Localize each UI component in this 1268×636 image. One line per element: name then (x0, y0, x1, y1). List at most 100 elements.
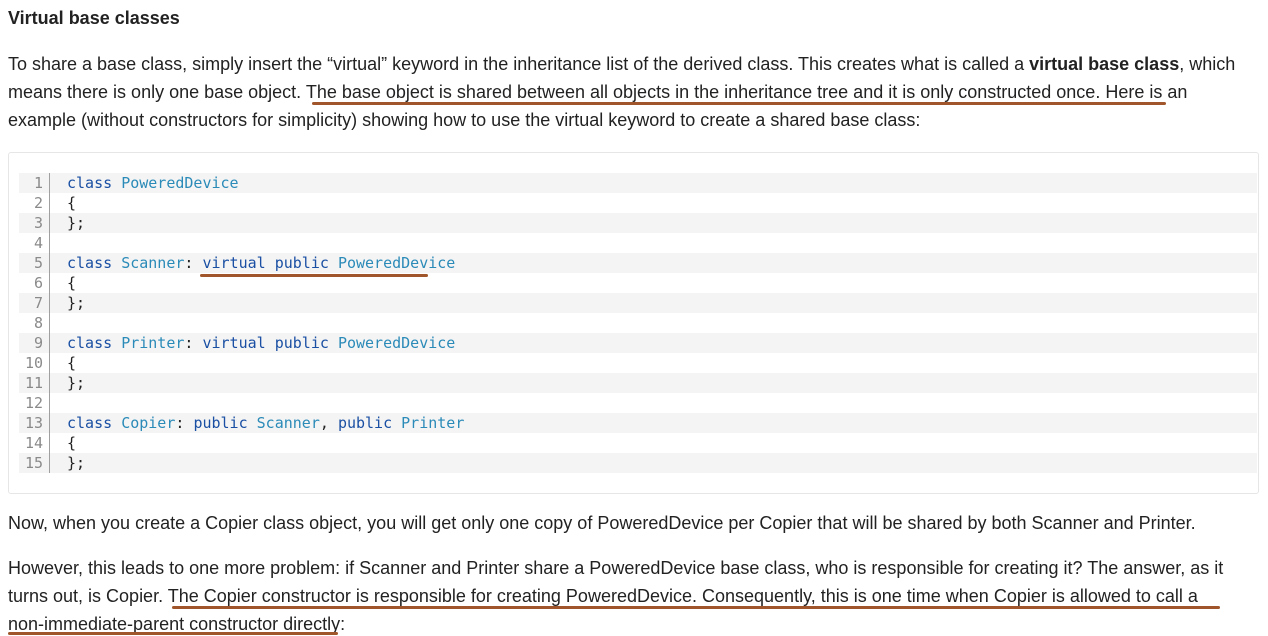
gutter-divider (49, 293, 50, 313)
line-number: 8 (33, 314, 43, 332)
code-lines: 1 class PoweredDevice 2{3}; 4 5 class Scanner… (19, 173, 1257, 473)
code-token: virtual public (202, 254, 338, 272)
code-token: : (175, 414, 194, 432)
code-line: 11}; (19, 373, 1257, 393)
section-heading: Virtual base classes (8, 8, 180, 28)
code-token: PoweredDevice (121, 174, 239, 192)
line-number: 11 (24, 374, 43, 392)
code-token: virtual public (202, 334, 338, 352)
gutter-divider (49, 213, 50, 233)
code-text: { (67, 193, 76, 213)
gutter-divider (49, 233, 50, 253)
code-token: { (67, 354, 77, 372)
code-token: public (337, 414, 402, 432)
line-number: 4 (33, 234, 43, 252)
gutter-divider (49, 373, 50, 393)
line-number: 12 (24, 394, 43, 412)
intro-line-1: To share a base class, simply insert the… (8, 50, 1260, 78)
code-line: 13 class Copier: public Scanner, public P… (19, 413, 1257, 433)
gutter-divider (49, 273, 50, 293)
code-line: 10 { (19, 353, 1257, 373)
gutter-divider (49, 353, 50, 373)
code-line: 12 (19, 393, 1257, 413)
code-token: Printer (121, 334, 185, 352)
code-token: class (67, 414, 122, 432)
code-token: { (67, 274, 77, 292)
gutter-divider (49, 433, 50, 453)
code-token: class (67, 254, 122, 272)
intro-text-tail: , which (1179, 54, 1236, 74)
code-line: 9 class Printer: virtual public PoweredDe… (19, 333, 1257, 353)
line-number: 1 (33, 174, 43, 192)
gutter-divider (49, 453, 50, 473)
code-token: , (319, 414, 338, 432)
code-text: }; (67, 453, 85, 473)
code-token: PoweredDevice (337, 254, 456, 272)
line-number: 9 (33, 334, 43, 352)
code-line: 14 { (19, 433, 1257, 453)
code-text: }; (67, 373, 85, 393)
code-line: 1 class PoweredDevice (19, 173, 1257, 193)
line-number: 15 (24, 454, 43, 472)
code-text: class Scanner: virtual public PoweredDev… (67, 253, 455, 273)
code-line: 15}; (19, 453, 1257, 473)
code-line: 3}; (19, 213, 1257, 233)
gutter-divider (49, 333, 50, 353)
problem-paragraph: However, this leads to one more problem:… (8, 554, 1260, 636)
code-text: }; (67, 293, 85, 313)
copier-paragraph: Now, when you create a Copier class obje… (8, 509, 1260, 537)
code-token: class (67, 334, 122, 352)
intro-line-3: example (without constructors for simpli… (8, 110, 921, 130)
code-text: { (67, 433, 76, 453)
code-text: class Copier: public Scanner, public Pri… (67, 413, 464, 433)
code-line: 8 (19, 313, 1257, 333)
code-token: { (67, 194, 77, 212)
annotation-underline (172, 606, 1220, 609)
annotation-underline (200, 274, 428, 277)
code-text: }; (67, 213, 85, 233)
annotation-underline (8, 632, 338, 635)
code-block: 1 class PoweredDevice 2{3}; 4 5 class Scanner… (8, 152, 1259, 494)
code-token: PoweredDevice (337, 334, 456, 352)
gutter-divider (49, 313, 50, 333)
code-token: Copier (121, 414, 176, 432)
code-token: public (193, 414, 257, 432)
code-line: 5 class Scanner: virtual public PoweredDe… (19, 253, 1257, 273)
code-line: 2{ (19, 193, 1257, 213)
code-token: }; (67, 294, 86, 312)
code-token: }; (67, 454, 86, 472)
code-token: Scanner (256, 414, 320, 432)
line-number: 3 (33, 214, 43, 232)
code-text: class Printer: virtual public PoweredDev… (67, 333, 455, 353)
code-token: }; (67, 374, 86, 392)
line-number: 7 (33, 294, 43, 312)
gutter-divider (49, 393, 50, 413)
gutter-divider (49, 193, 50, 213)
intro-text: To share a base class, simply insert the… (8, 54, 1030, 74)
gutter-divider (49, 413, 50, 433)
copier-line: Now, when you create a Copier class obje… (8, 513, 1196, 533)
code-line: 4 (19, 233, 1257, 253)
code-token: Scanner (121, 254, 185, 272)
code-token: class (67, 174, 122, 192)
code-token: }; (67, 214, 86, 232)
code-token: : (184, 254, 203, 272)
code-text: { (67, 273, 76, 293)
gutter-divider (49, 253, 50, 273)
line-number: 10 (24, 354, 43, 372)
code-text: class PoweredDevice (67, 173, 239, 193)
code-line: 7}; (19, 293, 1257, 313)
line-number: 14 (24, 434, 43, 452)
line-number: 13 (24, 414, 43, 432)
code-token: { (67, 434, 77, 452)
code-token: : (184, 334, 203, 352)
line-number: 6 (33, 274, 43, 292)
virtual-base-class-term: virtual base class (1029, 54, 1180, 74)
gutter-divider (49, 173, 50, 193)
problem-line-1: However, this leads to one more problem:… (8, 558, 1224, 578)
code-text: { (67, 353, 76, 373)
code-token: Printer (401, 414, 465, 432)
annotation-underline (312, 102, 1166, 105)
line-number: 2 (33, 194, 43, 212)
line-number: 5 (33, 254, 43, 272)
